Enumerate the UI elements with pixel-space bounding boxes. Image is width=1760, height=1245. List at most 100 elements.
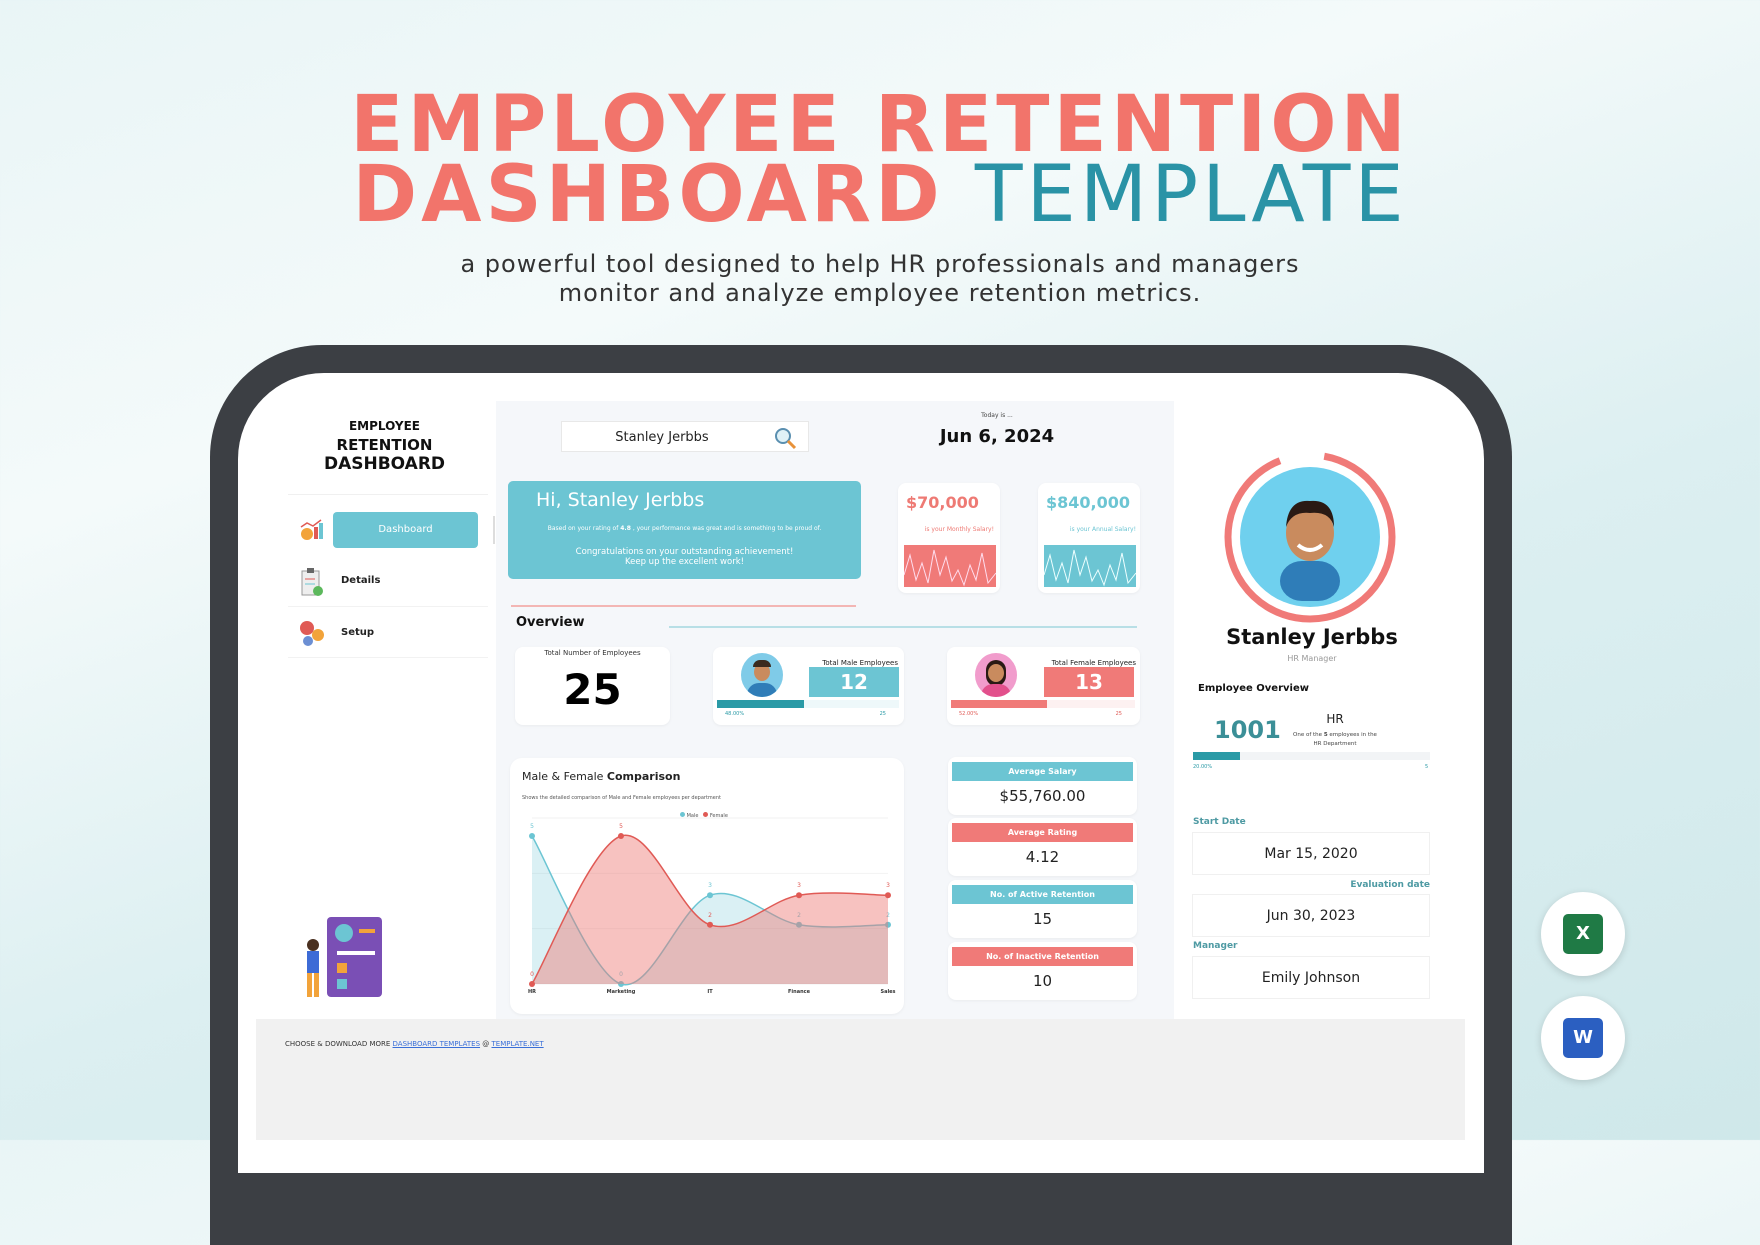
stat-card: No. of Active Retention 15 bbox=[948, 880, 1137, 938]
monthly-salary-label: is your Monthly Salary! bbox=[924, 526, 994, 533]
sidebar-item-setup[interactable]: Setup bbox=[341, 627, 374, 638]
divider-teal bbox=[669, 626, 1137, 628]
department-total: 5 bbox=[1425, 764, 1429, 770]
dept-suffix: employees in the bbox=[1329, 732, 1377, 738]
start-date-field[interactable]: Mar 15, 2020 bbox=[1192, 832, 1430, 875]
chart-plot: 5032205233HRMarketingITFinanceSales bbox=[528, 817, 896, 995]
stat-value: $55,760.00 bbox=[999, 787, 1086, 805]
total-value: 25 bbox=[563, 665, 622, 714]
excel-icon: X bbox=[1563, 914, 1603, 954]
dept-count: 5 bbox=[1323, 732, 1328, 738]
greeting-title: Hi, Stanley Jerbbs bbox=[536, 489, 705, 511]
department-description: One of the 5 employees in the HR Departme… bbox=[1280, 731, 1390, 749]
footer-sep: @ bbox=[482, 1040, 490, 1048]
footer-area bbox=[256, 1019, 1465, 1140]
start-date-label: Start Date bbox=[1193, 817, 1246, 827]
monthly-salary-value: $70,000 bbox=[906, 493, 979, 512]
female-point[interactable] bbox=[618, 833, 624, 839]
female-point[interactable] bbox=[885, 892, 891, 899]
female-employees-card: Total Female Employees 13 52.00% 25 bbox=[947, 647, 1140, 725]
department: HR bbox=[1326, 712, 1344, 726]
excel-button[interactable]: X bbox=[1541, 892, 1625, 976]
search-value: Stanley Jerbbs bbox=[615, 430, 709, 445]
female-avatar bbox=[975, 653, 1017, 697]
female-point[interactable] bbox=[796, 892, 802, 899]
sidebar-title-line: RETENTION bbox=[336, 436, 433, 454]
overview-title: Overview bbox=[516, 615, 585, 630]
female-progress-fill bbox=[951, 700, 1047, 708]
monthly-salary-card: $70,000 is your Monthly Salary! bbox=[898, 483, 1000, 593]
x-tick-label: Finance bbox=[788, 989, 811, 995]
data-label: 2 bbox=[708, 912, 712, 919]
dept-prefix: One of the bbox=[1293, 732, 1323, 738]
female-value: 13 bbox=[1044, 667, 1134, 697]
stat-card: Average Salary $55,760.00 bbox=[948, 757, 1137, 815]
x-tick-label: HR bbox=[528, 989, 536, 995]
person-illustration bbox=[297, 915, 387, 1001]
x-tick-label: IT bbox=[707, 989, 713, 995]
male-of: 25 bbox=[879, 711, 886, 717]
stat-value: 15 bbox=[1032, 910, 1053, 928]
data-label: 3 bbox=[886, 882, 890, 889]
subtitle-line2: monitor and analyze employee retention m… bbox=[558, 279, 1202, 307]
sidebar: EMPLOYEE RETENTION DASHBOARD Dashboard D… bbox=[273, 401, 496, 1019]
footer-text: CHOOSE & DOWNLOAD MORE DASHBOARD TEMPLAT… bbox=[285, 1040, 544, 1048]
annual-salary-label: is your Annual Salary! bbox=[1069, 526, 1136, 533]
data-label: 5 bbox=[619, 823, 623, 830]
stat-label: Average Rating bbox=[952, 823, 1133, 842]
department-progress bbox=[1193, 752, 1430, 760]
profile-name: Stanley Jerbbs bbox=[1226, 625, 1398, 649]
profile-role: HR Manager bbox=[1287, 654, 1337, 663]
stat-value: 10 bbox=[1032, 972, 1053, 990]
profile-avatar bbox=[1222, 449, 1398, 625]
stat-card: Average Rating 4.12 bbox=[948, 818, 1137, 876]
dept-line2: HR Department bbox=[1313, 741, 1357, 747]
male-employees-card: Total Male Employees 12 48.00% 25 bbox=[713, 647, 904, 725]
congrats-line: Congratulations on your outstanding achi… bbox=[575, 547, 794, 557]
divider bbox=[288, 606, 488, 607]
stat-label: No. of Inactive Retention bbox=[952, 947, 1133, 966]
search-icon[interactable] bbox=[773, 426, 797, 454]
total-label: Total Number of Employees bbox=[544, 649, 641, 657]
male-progress bbox=[717, 700, 899, 708]
divider bbox=[288, 657, 488, 658]
greeting-rating: Based on your rating of 4.8 , your perfo… bbox=[508, 525, 861, 532]
hero-title-light: TEMPLATE bbox=[974, 150, 1408, 240]
manager-label: Manager bbox=[1193, 941, 1238, 951]
word-button[interactable]: W bbox=[1541, 996, 1625, 1080]
male-point[interactable] bbox=[707, 892, 713, 899]
divider-coral bbox=[511, 605, 856, 607]
sidebar-item-label: Dashboard bbox=[378, 524, 433, 535]
sidebar-scroll-handle[interactable] bbox=[493, 516, 495, 544]
female-point[interactable] bbox=[707, 921, 713, 928]
x-tick-label: Sales bbox=[880, 989, 895, 995]
evaluation-date-label: Evaluation date bbox=[1350, 880, 1430, 890]
rating-prefix: Based on your rating of bbox=[547, 525, 619, 532]
congrats-line: Keep up the excellent work! bbox=[624, 557, 745, 567]
sidebar-title-line: DASHBOARD bbox=[323, 454, 446, 474]
department-pct: 20.00% bbox=[1193, 764, 1213, 770]
chart-icon bbox=[299, 519, 325, 541]
dashboard-templates-link[interactable]: DASHBOARD TEMPLATES bbox=[393, 1040, 481, 1048]
sidebar-title-line: EMPLOYEE bbox=[348, 419, 420, 433]
employee-id: 1001 bbox=[1214, 716, 1281, 744]
divider bbox=[288, 494, 488, 495]
manager-field[interactable]: Emily Johnson bbox=[1192, 956, 1430, 999]
greeting-card: Hi, Stanley Jerbbs Based on your rating … bbox=[508, 481, 861, 579]
search-input[interactable]: Stanley Jerbbs bbox=[561, 421, 809, 452]
male-value: 12 bbox=[809, 667, 899, 697]
total-employees-card: Total Number of Employees 25 bbox=[515, 647, 670, 725]
gears-icon bbox=[297, 619, 327, 647]
female-point[interactable] bbox=[529, 981, 535, 987]
word-letter: W bbox=[1573, 1027, 1593, 1048]
greeting-congrats: Congratulations on your outstanding achi… bbox=[508, 547, 861, 567]
sidebar-item-details[interactable]: Details bbox=[341, 575, 380, 586]
female-of: 25 bbox=[1115, 711, 1122, 717]
male-point[interactable] bbox=[529, 833, 535, 839]
template-net-link[interactable]: TEMPLATE.NET bbox=[492, 1040, 544, 1048]
rating-value: 4.8 bbox=[620, 525, 631, 532]
evaluation-date-field[interactable]: Jun 30, 2023 bbox=[1192, 894, 1430, 937]
sidebar-item-dashboard[interactable]: Dashboard bbox=[333, 512, 478, 548]
female-label: Total Female Employees bbox=[1051, 659, 1136, 667]
sidebar-title: EMPLOYEE RETENTION DASHBOARD bbox=[273, 417, 496, 474]
